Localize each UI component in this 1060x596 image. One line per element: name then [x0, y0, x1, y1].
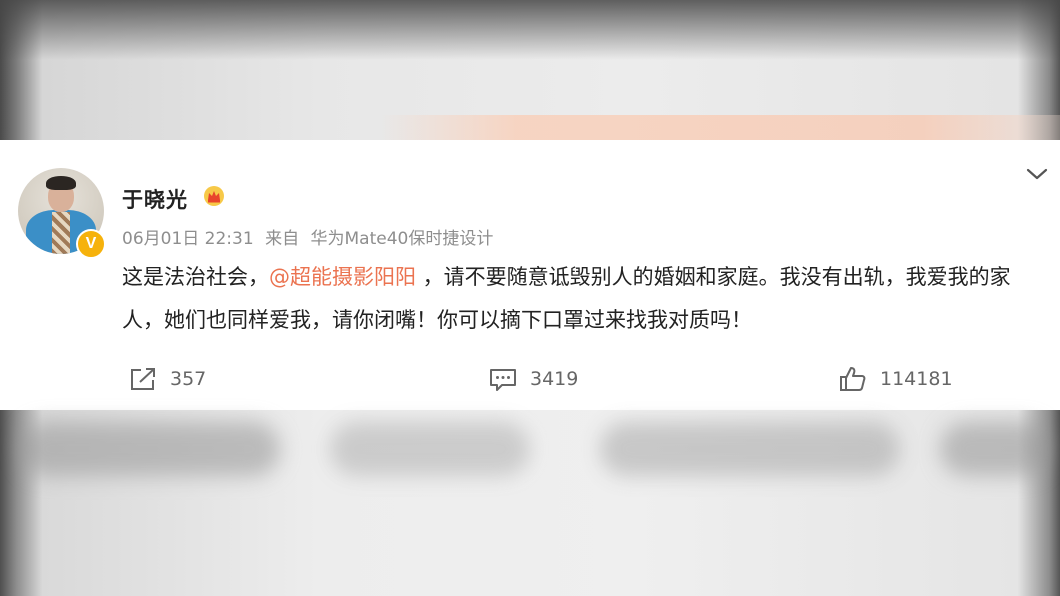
comment-button[interactable]: 3419 — [488, 365, 578, 393]
weibo-post-card: V 于晓光 06月01日 22:31 来自 华为Mate40保时捷设计 这是法治… — [0, 140, 1060, 410]
blurred-background-bottom — [0, 410, 1060, 596]
chevron-down-icon[interactable] — [1024, 164, 1050, 184]
like-count: 114181 — [880, 368, 953, 390]
avatar-hair — [46, 176, 76, 190]
blurred-warm-strip — [380, 115, 1060, 140]
avatar-shirt — [52, 212, 70, 254]
mention-link[interactable]: @超能摄影阳阳 — [269, 265, 416, 289]
comment-icon — [490, 369, 516, 391]
post-meta: 06月01日 22:31 来自 华为Mate40保时捷设计 — [122, 224, 499, 249]
post-source[interactable]: 华为Mate40保时捷设计 — [310, 229, 493, 249]
blurred-smear — [940, 422, 1050, 476]
thumbs-up-icon — [840, 367, 866, 391]
blurred-smear — [20, 422, 280, 476]
blurred-smear — [330, 422, 530, 476]
post-text: 这是法治社会，@超能摄影阳阳 ，请不要随意诋毁别人的婚姻和家庭。我没有出轨，我爱… — [122, 256, 1047, 342]
source-prefix: 来自 — [265, 229, 300, 249]
post-text-part1: 这是法治社会， — [122, 265, 269, 289]
repost-button[interactable]: 357 — [128, 365, 206, 393]
crown-icon — [204, 186, 224, 206]
author-name[interactable]: 于晓光 — [122, 184, 188, 214]
repost-count: 357 — [170, 368, 207, 390]
verified-badge-icon: V — [76, 229, 106, 259]
blurred-smear — [600, 422, 900, 476]
repost-icon — [131, 368, 155, 390]
comment-count: 3419 — [530, 368, 579, 390]
like-button[interactable]: 114181 — [838, 365, 953, 393]
blurred-background-top — [0, 0, 1060, 140]
post-date[interactable]: 06月01日 22:31 — [122, 229, 254, 249]
